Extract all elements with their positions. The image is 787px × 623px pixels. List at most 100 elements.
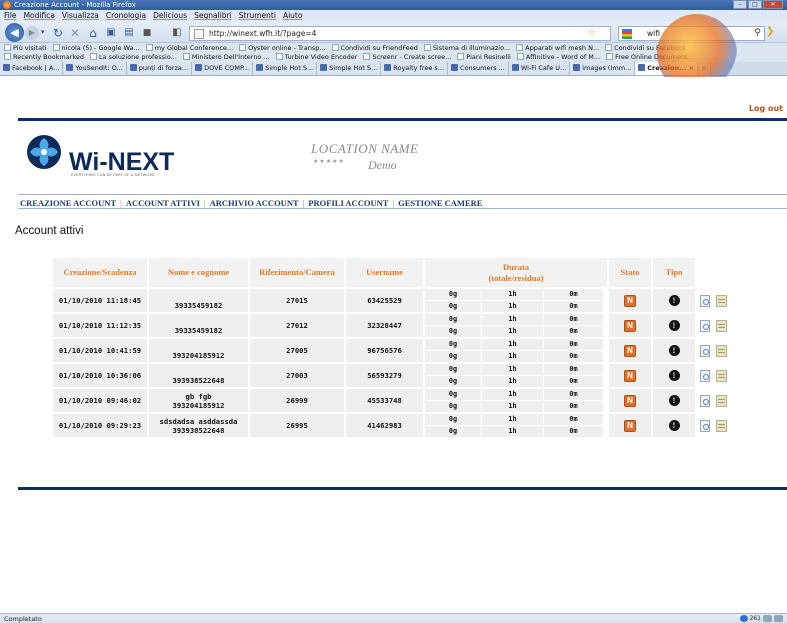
- menu-segnalibri[interactable]: Segnalibri: [194, 10, 232, 21]
- tab-active[interactable]: Creazion... ×: [635, 62, 699, 75]
- print-ticket-icon[interactable]: [716, 319, 727, 332]
- zoom-icon[interactable]: [739, 615, 748, 622]
- view-details-icon[interactable]: [700, 344, 710, 357]
- table-row: 01/10/2010 09:29:23 sdsdadsa asddassda 393…: [53, 414, 747, 437]
- menu-aiuto[interactable]: Aiuto: [283, 10, 303, 21]
- back-button[interactable]: ◀: [5, 23, 24, 42]
- toolbar-arrow-icon[interactable]: ❯: [766, 26, 774, 37]
- firefox-icon: [3, 1, 11, 9]
- bookmark-item[interactable]: Screenr - Create scree...: [363, 52, 451, 62]
- stop-icon[interactable]: ✕: [68, 26, 82, 40]
- status-bar: Completato 261: [0, 613, 787, 623]
- print-ticket-icon[interactable]: [716, 344, 727, 357]
- tab[interactable]: Facebook | A...: [0, 62, 64, 75]
- bookmark-item[interactable]: Piani Resinelli: [457, 52, 511, 62]
- history-dropdown-icon[interactable]: ▾: [41, 28, 45, 36]
- maximize-button[interactable]: □: [748, 0, 762, 9]
- status-n-icon[interactable]: N: [624, 369, 636, 382]
- view-details-icon[interactable]: [700, 419, 710, 432]
- tab[interactable]: Simple Hot S...: [253, 62, 318, 75]
- close-tab-icon[interactable]: ×: [689, 64, 694, 72]
- resize-grip-icon[interactable]: [774, 615, 783, 622]
- tab[interactable]: punti di forza...: [126, 62, 193, 75]
- status-n-icon[interactable]: N: [624, 344, 636, 357]
- reload-icon[interactable]: ↻: [51, 26, 65, 40]
- duration-hours: 1h: [482, 314, 543, 325]
- status-n-icon[interactable]: N: [624, 419, 636, 432]
- tab[interactable]: images (Imm...: [570, 62, 636, 75]
- menu-strumenti[interactable]: Strumenti: [239, 10, 276, 21]
- menu-delicious[interactable]: Delicious: [153, 10, 187, 21]
- forward-button[interactable]: ▶: [25, 26, 39, 40]
- view-details-icon[interactable]: [700, 394, 710, 407]
- tab[interactable]: Simple Hot S...: [317, 62, 382, 75]
- bookmark-item[interactable]: Recently Bookmarked: [4, 52, 84, 62]
- bookmark-star-icon[interactable]: ☆: [588, 27, 596, 40]
- print-ticket-icon[interactable]: [716, 394, 727, 407]
- remaining-hours: 1h: [482, 376, 543, 387]
- tab[interactable]: Consumers ...: [448, 62, 509, 75]
- type-info-icon[interactable]: !: [668, 320, 680, 331]
- new-tab-button[interactable]: +: [698, 62, 711, 75]
- nav-profili-account[interactable]: PROFILI ACCOUNT: [308, 198, 388, 208]
- search-icon[interactable]: ⚲: [754, 27, 761, 40]
- accounts-table: Creazione/Scadenza Nome e cognome Riferi…: [51, 256, 749, 439]
- cell-created: 01/10/2010 09:46:02: [53, 389, 147, 412]
- status-n-icon[interactable]: N: [624, 294, 636, 307]
- search-box[interactable]: wifi ⚲: [618, 26, 765, 41]
- search-engine-icon[interactable]: [622, 29, 632, 39]
- bookmark-item[interactable]: Turbine Video Encoder: [275, 52, 357, 62]
- print-ticket-icon[interactable]: [716, 294, 727, 307]
- status-n-icon[interactable]: N: [624, 394, 636, 407]
- type-info-icon[interactable]: !: [668, 295, 680, 306]
- view-details-icon[interactable]: [700, 369, 710, 382]
- minimize-button[interactable]: –: [733, 0, 747, 9]
- tab[interactable]: YouSendIt: O...: [63, 62, 127, 75]
- tag-icon[interactable]: ◧: [170, 26, 184, 40]
- remaining-hours: 1h: [482, 401, 543, 412]
- table-row: 01/10/2010 10:41:59 393204185912 27005 9675…: [53, 339, 747, 362]
- addon-icon[interactable]: [763, 615, 772, 622]
- type-info-icon[interactable]: !: [668, 395, 680, 406]
- print-ticket-icon[interactable]: [716, 369, 727, 382]
- col-duration: Durata (totale/residua): [425, 258, 607, 287]
- tab[interactable]: DOVE COMP...: [192, 62, 254, 75]
- home-icon[interactable]: ⌂: [86, 26, 100, 40]
- delicious-icon[interactable]: ■: [140, 26, 154, 40]
- col-name[interactable]: Nome e cognome: [149, 258, 248, 287]
- menu-file[interactable]: File: [4, 10, 17, 21]
- address-bar[interactable]: http://winext.wfh.it/?page=4 ☆: [189, 26, 611, 41]
- type-info-icon[interactable]: !: [668, 420, 680, 431]
- status-n-icon[interactable]: N: [624, 319, 636, 332]
- col-ref[interactable]: Riferimento/Camera: [250, 258, 344, 287]
- nav-creazione-account[interactable]: CREAZIONE ACCOUNT: [20, 198, 116, 208]
- type-info-icon[interactable]: !: [668, 370, 680, 381]
- cell-duration: 0g 1h 0m 0g 1h 0m: [425, 314, 607, 337]
- cell-duration: 0g 1h 0m 0g 1h 0m: [425, 414, 607, 437]
- view-details-icon[interactable]: [700, 294, 710, 307]
- bookmark-manager-icon[interactable]: ▤: [122, 26, 136, 40]
- bookmark-item[interactable]: Affinitive - Word of M...: [516, 52, 600, 62]
- nav-account-attivi[interactable]: ACCOUNT ATTIVI: [126, 198, 200, 208]
- tab[interactable]: Royalty free s...: [381, 62, 449, 75]
- bookmark-item[interactable]: Free Online Document...: [606, 52, 694, 62]
- nav-gestione-camere[interactable]: GESTIONE CAMERE: [398, 198, 482, 208]
- type-info-icon[interactable]: !: [668, 345, 680, 356]
- menu-cronologia[interactable]: Cronologia: [106, 10, 146, 21]
- menu-visualizza[interactable]: Visualizza: [62, 10, 99, 21]
- menu-modifica[interactable]: Modifica: [24, 10, 55, 21]
- tab[interactable]: Wi-Fi Cafe U...: [508, 62, 571, 75]
- col-created[interactable]: Creazione/Scadenza: [53, 258, 147, 287]
- bookmark-item[interactable]: Ministero Dell'Interno ...: [182, 52, 270, 62]
- col-username[interactable]: Username: [346, 258, 423, 287]
- close-window-button[interactable]: ✕: [763, 0, 783, 9]
- print-ticket-icon[interactable]: [716, 419, 727, 432]
- bookmark-item[interactable]: La soluzione professio...: [90, 52, 177, 62]
- logout-link[interactable]: Log out: [749, 104, 783, 113]
- view-details-icon[interactable]: [700, 319, 710, 332]
- cell-username: 32328447: [346, 314, 423, 337]
- cell-username: 96756576: [346, 339, 423, 362]
- screenshot-icon[interactable]: ▣: [104, 26, 118, 40]
- nav-archivio-account[interactable]: ARCHIVIO ACCOUNT: [210, 198, 299, 208]
- tab-bar: Facebook | A... YouSendIt: O... punti di…: [0, 62, 787, 76]
